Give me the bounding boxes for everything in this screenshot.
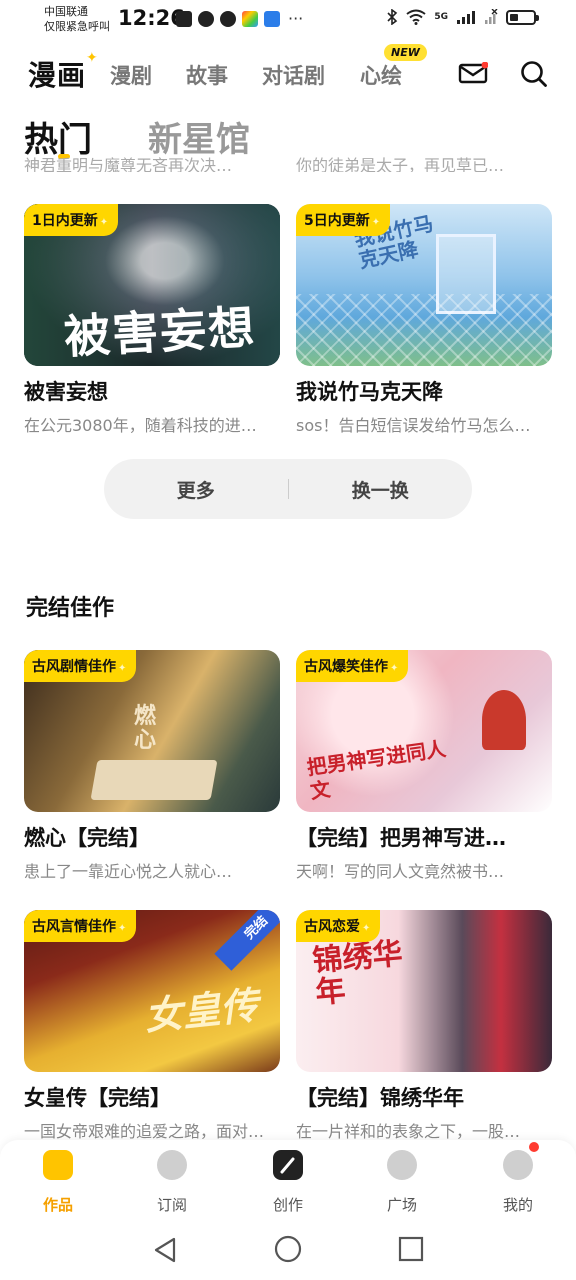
comic-card[interactable]: 把男神写进同人文 古风爆笑佳作 【完结】把男神写进… 天啊！写的同人文竟然被书… xyxy=(296,650,552,882)
comic-card[interactable]: 我说竹马克天降 5日内更新 我说竹马克天降 sos！告白短信误发给竹马怎么… xyxy=(296,204,552,436)
heart-icon xyxy=(387,1150,417,1180)
comic-card[interactable]: 被害妄想 1日内更新 被害妄想 在公元3080年，随着科技的进… xyxy=(24,204,280,436)
recent-apps-icon[interactable] xyxy=(398,1236,424,1262)
refresh-button[interactable]: 换一换 xyxy=(289,476,473,503)
video-icon xyxy=(176,10,192,27)
emblem-art xyxy=(482,690,526,750)
home-icon[interactable] xyxy=(274,1235,302,1263)
comic-cover[interactable]: 女皇传 古风言情佳作 完结 xyxy=(24,910,280,1072)
tab-label: 创作 xyxy=(272,1196,303,1214)
cover-title-art: 锦绣华年 xyxy=(311,936,404,1011)
app-notification-icon xyxy=(242,10,258,27)
comic-title: 【完结】锦绣华年 xyxy=(296,1086,464,1110)
carrier-name: 中国联通 xyxy=(44,5,88,18)
more-notifications-icon: ··· xyxy=(288,9,304,28)
status-bar: 中国联通 仅限紧急呼叫 12:26 ··· 5G xyxy=(0,0,576,38)
comic-cover[interactable]: 我说竹马克天降 5日内更新 xyxy=(296,204,552,366)
emergency-calls-only: 仅限紧急呼叫 xyxy=(44,20,110,33)
faded-desc-left: 神君重明与魔尊无吝再次决… xyxy=(24,156,233,172)
comic-cover[interactable]: 被害妄想 1日内更新 xyxy=(24,204,280,366)
tab-me[interactable]: 我的 xyxy=(478,1142,558,1215)
nav-tab-manju[interactable]: 漫剧 xyxy=(110,60,152,90)
comic-title: 女皇传【完结】 xyxy=(24,1086,171,1110)
section-title-finished: 完结佳作 xyxy=(26,596,115,621)
comic-cover[interactable]: 燃心 古风剧情佳作 xyxy=(24,650,280,812)
top-navigation: 漫画 ✦ 漫剧 故事 对话剧 心绘 NEW xyxy=(0,44,576,104)
genre-tag: 古风言情佳作 xyxy=(24,910,137,942)
cover-title-art: 女皇传 xyxy=(142,982,261,1039)
more-button[interactable]: 更多 xyxy=(104,476,288,503)
sparkle-icon: ✦ xyxy=(86,50,98,66)
notification-dot xyxy=(529,1142,539,1152)
lightbulb-icon xyxy=(264,10,280,27)
tab-subscriptions[interactable]: 订阅 xyxy=(132,1150,212,1215)
bottom-tab-bar: 作品 订阅 创作 广场 我的 xyxy=(0,1140,576,1224)
comic-description: 一国女帝艰难的追爱之路，面对… xyxy=(24,1122,265,1141)
wifi-icon xyxy=(406,9,426,25)
tab-new-star[interactable]: 新星馆 xyxy=(148,112,250,161)
notification-icons: ··· xyxy=(176,9,303,28)
nav-tab-stories[interactable]: 故事 xyxy=(186,60,228,90)
genre-tag: 古风爆笑佳作 xyxy=(296,650,409,682)
update-tag: 5日内更新 xyxy=(296,204,391,236)
profile-icon xyxy=(503,1142,539,1180)
comic-card[interactable]: 锦绣华年 古风恋爱 【完结】锦绣华年 在一片祥和的表象之下，一股… xyxy=(296,910,552,1142)
wechat-icon xyxy=(220,10,236,27)
mail-icon[interactable] xyxy=(458,62,488,84)
network-type-label: 5G xyxy=(434,12,448,22)
comic-title: 被害妄想 xyxy=(24,380,108,404)
star-icon xyxy=(157,1150,187,1180)
comic-description: sos！告白短信误发给竹马怎么… xyxy=(296,416,531,435)
search-icon[interactable] xyxy=(520,60,548,88)
carrier-info: 中国联通 仅限紧急呼叫 xyxy=(44,4,110,34)
section-tabs: 热门 新星馆 xyxy=(0,112,576,161)
nav-tab-dialogue-drama[interactable]: 对话剧 xyxy=(262,60,325,90)
works-icon xyxy=(43,1150,73,1180)
status-time: 12:26 xyxy=(118,6,185,30)
comic-description: 在公元3080年，随着科技的进… xyxy=(24,416,257,435)
system-status-icons: 5G xyxy=(386,9,539,25)
back-icon[interactable] xyxy=(152,1236,178,1264)
tab-label: 作品 xyxy=(42,1196,73,1214)
cover-title-art: 把男神写进同人文 xyxy=(305,736,448,804)
nav-tab-xinhui[interactable]: 心绘 xyxy=(360,60,402,90)
comic-description: 患上了一靠近心悦之人就心… xyxy=(24,862,233,881)
cover-title-art: 燃心 xyxy=(134,703,157,753)
cover-title-art: 被害妄想 xyxy=(62,300,258,364)
more-refresh-bar: 更多 换一换 xyxy=(104,459,472,519)
system-navigation-bar xyxy=(0,1224,576,1280)
signal-strength-icon xyxy=(457,11,475,24)
comic-title: 燃心【完结】 xyxy=(24,826,150,850)
comic-cover[interactable]: 锦绣华年 古风恋爱 xyxy=(296,910,552,1072)
tab-create[interactable]: 创作 xyxy=(248,1150,328,1215)
comic-title: 【完结】把男神写进… xyxy=(296,826,506,850)
battery-icon xyxy=(506,9,539,25)
tab-works[interactable]: 作品 xyxy=(18,1150,98,1215)
chat-bubble-icon xyxy=(198,10,214,27)
genre-tag: 古风剧情佳作 xyxy=(24,650,137,682)
paper-art xyxy=(90,760,218,800)
bluetooth-icon xyxy=(387,9,398,25)
pen-icon xyxy=(273,1150,303,1180)
genre-tag: 古风恋爱 xyxy=(296,910,381,942)
faded-desc-right: 你的徒弟是太子，再见草已… xyxy=(296,156,505,172)
tab-label: 我的 xyxy=(502,1196,533,1214)
tab-label: 订阅 xyxy=(156,1196,187,1214)
tab-label: 广场 xyxy=(386,1196,417,1214)
new-badge: NEW xyxy=(384,44,427,61)
comic-cover[interactable]: 把男神写进同人文 古风爆笑佳作 xyxy=(296,650,552,812)
comic-description: 天啊！写的同人文竟然被书… xyxy=(296,862,505,881)
comic-title: 我说竹马克天降 xyxy=(296,380,443,404)
tab-square[interactable]: 广场 xyxy=(362,1150,442,1215)
comic-card[interactable]: 燃心 古风剧情佳作 燃心【完结】 患上了一靠近心悦之人就心… xyxy=(24,650,280,882)
update-tag: 1日内更新 xyxy=(24,204,119,236)
no-signal-icon xyxy=(485,9,498,24)
comic-description: 在一片祥和的表象之下，一股… xyxy=(296,1122,521,1141)
app-logo[interactable]: 漫画 xyxy=(21,54,86,94)
comic-card[interactable]: 女皇传 古风言情佳作 完结 女皇传【完结】 一国女帝艰难的追爱之路，面对… xyxy=(24,910,280,1142)
